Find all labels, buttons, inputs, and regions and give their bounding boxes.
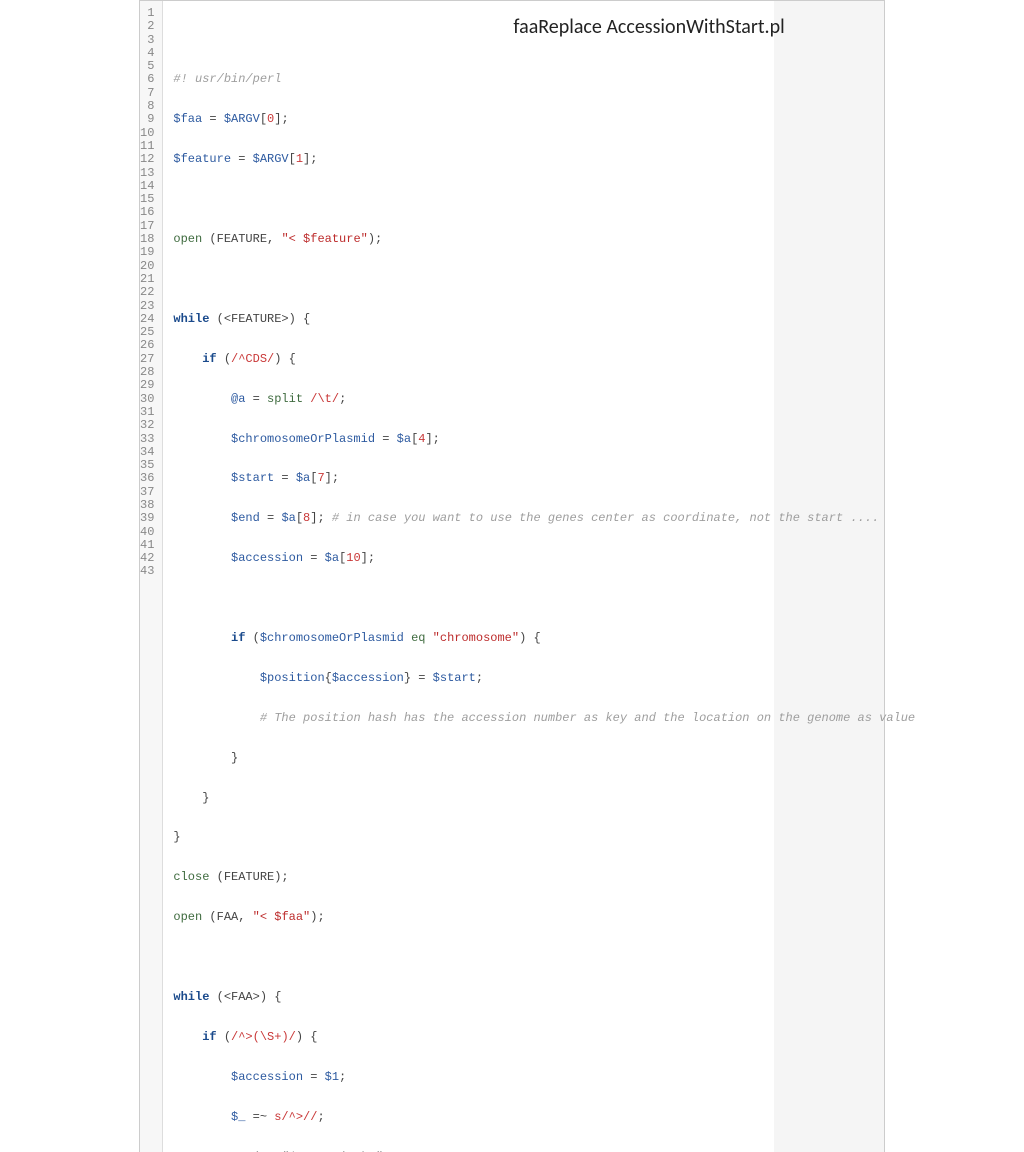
code-line <box>173 592 915 605</box>
code-editor: 1234567891011121314151617181920212223242… <box>139 0 885 1152</box>
line-number: 11 <box>140 140 154 153</box>
line-number: 1 <box>140 7 154 20</box>
code-line: if ($chromosomeOrPlasmid eq "chromosome"… <box>173 632 915 645</box>
code-line: #! usr/bin/perl <box>173 73 915 86</box>
line-number: 29 <box>140 379 154 392</box>
line-number: 28 <box>140 366 154 379</box>
line-number: 15 <box>140 193 154 206</box>
line-number: 17 <box>140 220 154 233</box>
code-line: while (<FAA>) { <box>173 991 915 1004</box>
code-line: $start = $a[7]; <box>173 472 915 485</box>
code-line: } <box>173 831 915 844</box>
line-number: 26 <box>140 339 154 352</box>
code-line: } <box>173 792 915 805</box>
line-number: 16 <box>140 206 154 219</box>
line-number: 24 <box>140 313 154 326</box>
line-number: 20 <box>140 260 154 273</box>
line-number: 2 <box>140 20 154 33</box>
code-line <box>173 193 915 206</box>
line-number: 37 <box>140 486 154 499</box>
line-number: 23 <box>140 300 154 313</box>
line-number: 22 <box>140 286 154 299</box>
code-line: $_ =~ s/^>//; <box>173 1111 915 1124</box>
code-line: open (FAA, "< $faa"); <box>173 911 915 924</box>
line-number-gutter: 1234567891011121314151617181920212223242… <box>140 1 163 1152</box>
line-number: 19 <box>140 246 154 259</box>
line-number: 36 <box>140 472 154 485</box>
code-line: $accession = $a[10]; <box>173 552 915 565</box>
line-number: 33 <box>140 433 154 446</box>
code-line: if (/^>(\S+)/) { <box>173 1031 915 1044</box>
line-number: 13 <box>140 167 154 180</box>
line-number: 18 <box>140 233 154 246</box>
line-number: 41 <box>140 539 154 552</box>
line-number: 6 <box>140 73 154 86</box>
code-line: #print "$accession\n"; <box>173 1151 915 1152</box>
line-number: 14 <box>140 180 154 193</box>
code-line: } <box>173 752 915 765</box>
code-line: while (<FEATURE>) { <box>173 313 915 326</box>
code-line: # The position hash has the accession nu… <box>173 712 915 725</box>
code-line <box>173 951 915 964</box>
line-number: 32 <box>140 419 154 432</box>
code-line: open (FEATURE, "< $feature"); <box>173 233 915 246</box>
code-line: $feature = $ARGV[1]; <box>173 153 915 166</box>
code-line: $end = $a[8]; # in case you want to use … <box>173 512 915 525</box>
line-number: 39 <box>140 512 154 525</box>
line-number: 27 <box>140 353 154 366</box>
line-number: 10 <box>140 127 154 140</box>
code-line: if (/^CDS/) { <box>173 353 915 366</box>
line-number: 5 <box>140 60 154 73</box>
line-number: 3 <box>140 34 154 47</box>
line-number: 25 <box>140 326 154 339</box>
code-line: $chromosomeOrPlasmid = $a[4]; <box>173 433 915 446</box>
line-number: 38 <box>140 499 154 512</box>
code-line: $accession = $1; <box>173 1071 915 1084</box>
code-line: close (FEATURE); <box>173 871 915 884</box>
line-number: 35 <box>140 459 154 472</box>
line-number: 31 <box>140 406 154 419</box>
filename-label: faaReplace AccessionWithStart.pl <box>513 21 784 34</box>
line-number: 9 <box>140 113 154 126</box>
line-number: 4 <box>140 47 154 60</box>
line-number: 21 <box>140 273 154 286</box>
line-number: 34 <box>140 446 154 459</box>
code-line: $position{$accession} = $start; <box>173 672 915 685</box>
code-area: faaReplace AccessionWithStart.pl #! usr/… <box>163 1 915 1152</box>
code-line: @a = split /\t/; <box>173 393 915 406</box>
line-number: 8 <box>140 100 154 113</box>
code-line: $faa = $ARGV[0]; <box>173 113 915 126</box>
line-number: 12 <box>140 153 154 166</box>
line-number: 42 <box>140 552 154 565</box>
code-line <box>173 273 915 286</box>
line-number: 7 <box>140 87 154 100</box>
line-number: 40 <box>140 526 154 539</box>
line-number: 30 <box>140 393 154 406</box>
line-number: 43 <box>140 565 154 578</box>
